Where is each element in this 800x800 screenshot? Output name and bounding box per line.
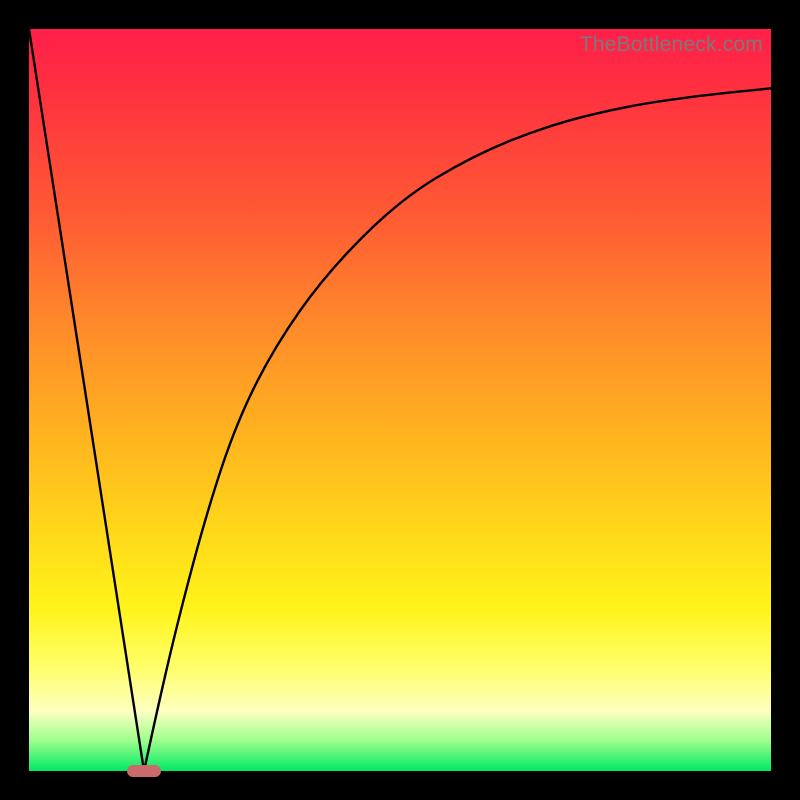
chart-frame: TheBottleneck.com <box>0 0 800 800</box>
curve-right-branch <box>144 88 771 771</box>
plot-area: TheBottleneck.com <box>29 29 771 771</box>
bottleneck-curve <box>29 29 771 771</box>
optimal-marker <box>127 765 160 777</box>
curve-left-branch <box>29 29 144 771</box>
